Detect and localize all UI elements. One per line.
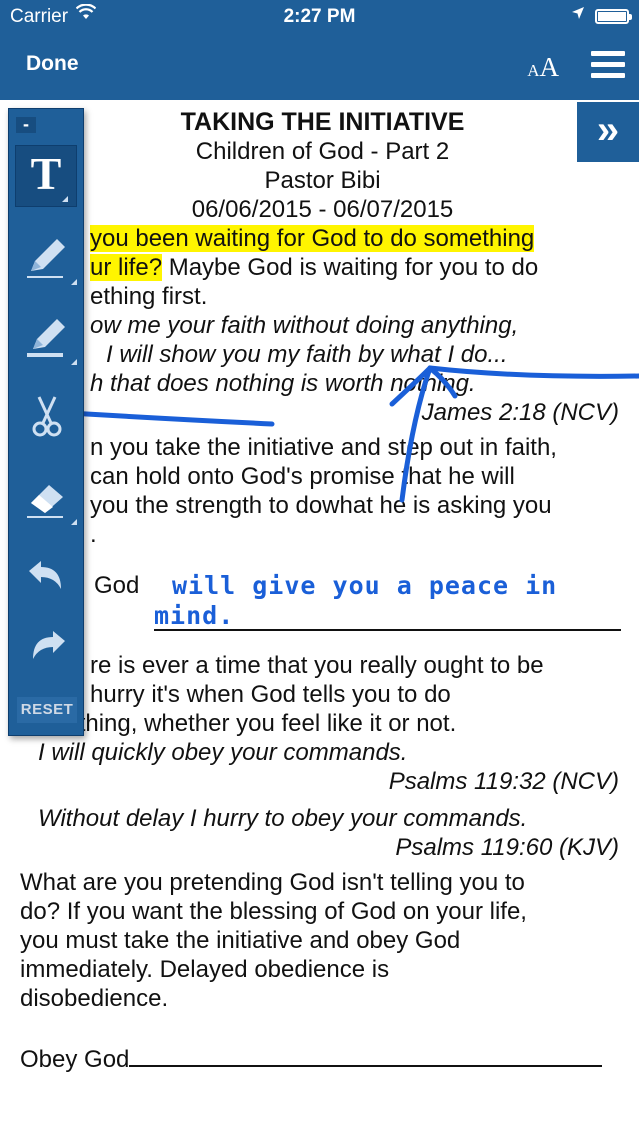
blank-prefix: Obey God <box>20 1046 130 1073</box>
annotation-toolbar: - T RESET <box>8 108 84 736</box>
document-page: TAKING THE INITIATIVE Children of God - … <box>20 108 625 1074</box>
paragraph-text: something, whether you feel like it or n… <box>20 710 457 737</box>
paragraph-text: immediately. Delayed obedience is <box>20 956 390 983</box>
blank-line[interactable] <box>129 1043 603 1067</box>
paragraph-text: hurry it's when God tells you to do <box>90 681 451 708</box>
highlighted-text: ur life? <box>90 254 163 281</box>
text-size-small-label: A <box>527 61 540 80</box>
quote-1: ow me your faith without doing anything,… <box>20 311 625 398</box>
hamburger-icon[interactable] <box>591 51 625 79</box>
highlighter-icon[interactable] <box>9 305 85 369</box>
paragraph-text: Maybe God is waiting for you to do <box>162 254 539 281</box>
doc-title: TAKING THE INITIATIVE <box>180 108 465 136</box>
eraser-icon[interactable] <box>9 465 85 529</box>
paragraph-1: you been waiting for God to do something… <box>20 224 625 311</box>
undo-icon[interactable] <box>9 545 85 609</box>
battery-icon <box>595 9 632 24</box>
fill-in-blank-1: God will give you a peace in mind. <box>20 561 625 643</box>
pen-icon[interactable] <box>9 225 85 289</box>
text-tool-icon[interactable]: T <box>15 145 77 207</box>
quote-reference: Psalms 119:32 (NCV) <box>388 768 619 795</box>
reset-button[interactable]: RESET <box>17 697 77 723</box>
fill-in-blank-2: Obey God <box>20 1043 625 1074</box>
expand-panel-button[interactable]: » <box>577 102 639 162</box>
text-size-button[interactable]: AA <box>527 52 559 83</box>
navigation-bar: Carrier 2:27 PM Done AA <box>0 0 639 100</box>
quote-line: ow me your faith without doing anything, <box>90 312 519 339</box>
paragraph-text: re is ever a time that you really ought … <box>90 652 544 679</box>
doc-dates: 06/06/2015 - 06/07/2015 <box>191 196 454 223</box>
paragraph-text: you must take the initiative and obey Go… <box>20 927 461 954</box>
paragraph-text: you the strength to dowhat he is asking … <box>90 492 552 519</box>
location-icon <box>571 6 585 25</box>
paragraph-text: disobedience. <box>20 985 169 1012</box>
doc-pastor: Pastor Bibi <box>264 167 381 194</box>
quote-line: I will show you my faith by what I do... <box>106 341 508 368</box>
paragraph-text: ething first. <box>90 283 208 310</box>
text-size-big-label: A <box>539 52 560 82</box>
paragraph-2: n you take the initiative and step out i… <box>20 433 625 549</box>
handwritten-note: mind. <box>154 601 235 630</box>
handwritten-note: will give you a peace in <box>172 571 558 600</box>
paragraph-3: re is ever a time that you really ought … <box>20 651 625 709</box>
quote-2: I will quickly obey your commands. <box>38 739 408 766</box>
paragraph-text: . <box>90 521 97 548</box>
text-tool-label: T <box>30 148 62 199</box>
quote-reference: James 2:18 (NCV) <box>421 399 619 426</box>
blank-prefix: God <box>94 572 140 599</box>
status-bar: Carrier 2:27 PM <box>0 0 639 34</box>
done-button[interactable]: Done <box>26 52 79 76</box>
paragraph-text: What are you pretending God isn't tellin… <box>20 869 525 896</box>
paragraph-text: n you take the initiative and step out i… <box>90 434 557 461</box>
blank-line[interactable] <box>154 629 621 631</box>
double-chevron-right-icon: » <box>596 108 620 152</box>
collapse-toolbar-button[interactable]: - <box>16 115 36 133</box>
quote-reference: Psalms 119:60 (KJV) <box>395 834 619 861</box>
redo-icon[interactable] <box>9 615 85 679</box>
paragraph-text: do? If you want the blessing of God on y… <box>20 898 527 925</box>
paragraph-text: can hold onto God's promise that he will <box>90 463 515 490</box>
clock: 2:27 PM <box>283 6 356 27</box>
paragraph-4: What are you pretending God isn't tellin… <box>20 868 625 1013</box>
quote-line: h that does nothing is worth nothing. <box>90 370 476 397</box>
scissors-icon[interactable] <box>9 385 85 449</box>
highlighted-text: you been waiting for God to do something <box>90 225 535 252</box>
quote-3: Without delay I hurry to obey your comma… <box>38 805 528 832</box>
doc-subtitle: Children of God - Part 2 <box>195 138 450 165</box>
